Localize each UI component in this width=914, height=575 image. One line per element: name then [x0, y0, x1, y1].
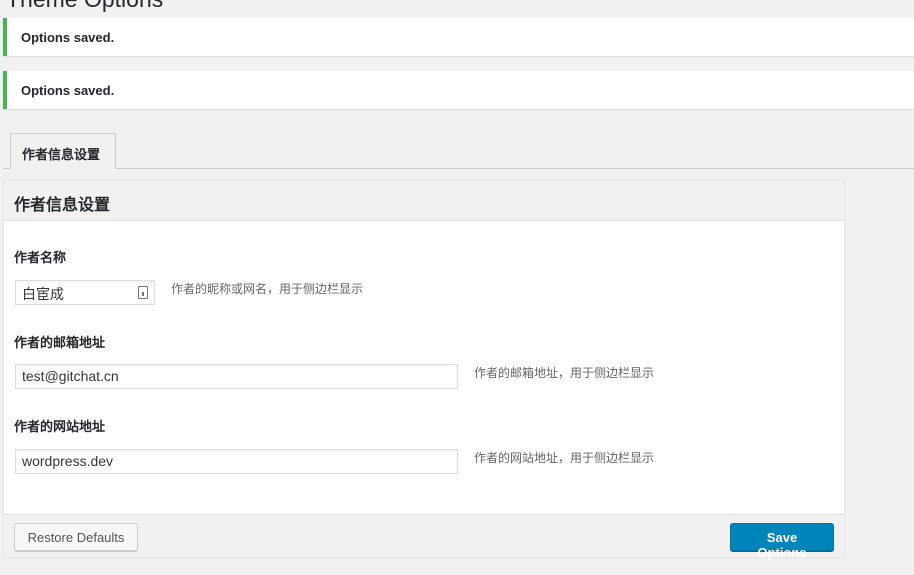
tab-author-info[interactable]: 作者信息设置: [10, 133, 116, 169]
author-email-input[interactable]: test@gitchat.cn: [15, 364, 458, 389]
author-website-input[interactable]: wordpress.dev: [15, 449, 458, 474]
tab-divider: [3, 168, 914, 169]
author-website-label: 作者的网站地址: [14, 419, 106, 434]
author-email-label: 作者的邮箱地址: [14, 335, 106, 350]
contact-card-icon[interactable]: [138, 286, 148, 299]
author-website-description: 作者的网站地址，用于侧边栏显示: [474, 451, 655, 465]
panel-title: 作者信息设置: [4, 181, 844, 221]
restore-defaults-button[interactable]: Restore Defaults: [14, 523, 138, 551]
author-email-description: 作者的邮箱地址，用于侧边栏显示: [474, 366, 655, 380]
page-title: Theme Options: [6, 0, 163, 13]
notice-options-saved: Options saved.: [3, 18, 914, 56]
author-name-description: 作者的昵称或网名，用于侧边栏显示: [171, 282, 364, 296]
notice-options-saved: Options saved.: [3, 71, 914, 109]
save-options-button[interactable]: Save Options: [730, 523, 834, 560]
author-name-value: 白宦成: [22, 286, 64, 302]
author-name-input[interactable]: 白宦成: [15, 280, 155, 305]
author-name-label: 作者名称: [14, 250, 67, 265]
